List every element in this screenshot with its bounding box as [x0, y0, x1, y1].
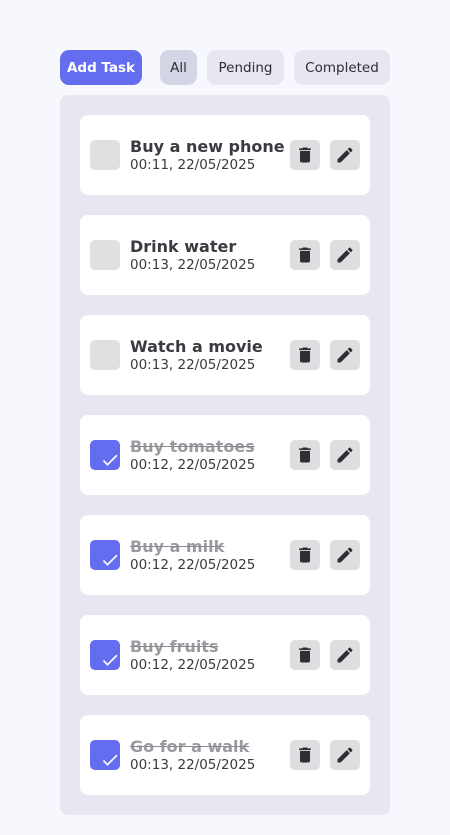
delete-button[interactable]: [290, 540, 320, 570]
task-title: Watch a movie: [130, 337, 263, 356]
task-item: Go for a walk 00:13, 22/05/2025: [80, 715, 370, 795]
task-checkbox[interactable]: [90, 240, 120, 270]
task-title: Buy a milk: [130, 537, 225, 556]
task-item: Watch a movie 00:13, 22/05/2025: [80, 315, 370, 395]
delete-button[interactable]: [290, 740, 320, 770]
task-checkbox[interactable]: [90, 440, 120, 470]
task-item: Buy a new phone 00:11, 22/05/2025: [80, 115, 370, 195]
delete-button[interactable]: [290, 440, 320, 470]
filter-completed-button[interactable]: Completed: [294, 50, 390, 85]
task-timestamp: 00:12, 22/05/2025: [130, 457, 256, 473]
task-timestamp: 00:11, 22/05/2025: [130, 157, 256, 173]
task-list: Buy a new phone 00:11, 22/05/2025 Drink …: [60, 95, 390, 815]
pencil-icon: [335, 445, 355, 465]
trash-icon: [295, 645, 315, 665]
task-item: Buy a milk 00:12, 22/05/2025: [80, 515, 370, 595]
edit-button[interactable]: [330, 640, 360, 670]
pencil-icon: [335, 345, 355, 365]
filter-all-button[interactable]: All: [160, 50, 197, 85]
toolbar: Add Task All Pending Completed: [60, 50, 390, 85]
task-timestamp: 00:13, 22/05/2025: [130, 357, 256, 373]
task-timestamp: 00:13, 22/05/2025: [130, 757, 256, 773]
trash-icon: [295, 245, 315, 265]
edit-button[interactable]: [330, 540, 360, 570]
edit-button[interactable]: [330, 340, 360, 370]
task-title: Buy a new phone: [130, 137, 285, 156]
task-checkbox[interactable]: [90, 740, 120, 770]
task-timestamp: 00:12, 22/05/2025: [130, 557, 256, 573]
task-checkbox[interactable]: [90, 140, 120, 170]
pencil-icon: [335, 545, 355, 565]
task-title: Buy tomatoes: [130, 437, 255, 456]
pencil-icon: [335, 245, 355, 265]
add-task-button[interactable]: Add Task: [60, 50, 142, 85]
pencil-icon: [335, 745, 355, 765]
task-title: Drink water: [130, 237, 237, 256]
task-item: Buy fruits 00:12, 22/05/2025: [80, 615, 370, 695]
delete-button[interactable]: [290, 240, 320, 270]
trash-icon: [295, 745, 315, 765]
delete-button[interactable]: [290, 640, 320, 670]
delete-button[interactable]: [290, 340, 320, 370]
task-timestamp: 00:13, 22/05/2025: [130, 257, 256, 273]
task-checkbox[interactable]: [90, 540, 120, 570]
task-checkbox[interactable]: [90, 340, 120, 370]
task-item: Buy tomatoes 00:12, 22/05/2025: [80, 415, 370, 495]
edit-button[interactable]: [330, 440, 360, 470]
trash-icon: [295, 445, 315, 465]
edit-button[interactable]: [330, 740, 360, 770]
edit-button[interactable]: [330, 240, 360, 270]
task-title: Buy fruits: [130, 637, 219, 656]
edit-button[interactable]: [330, 140, 360, 170]
pencil-icon: [335, 645, 355, 665]
task-title: Go for a walk: [130, 737, 250, 756]
trash-icon: [295, 345, 315, 365]
trash-icon: [295, 545, 315, 565]
delete-button[interactable]: [290, 140, 320, 170]
trash-icon: [295, 145, 315, 165]
task-timestamp: 00:12, 22/05/2025: [130, 657, 256, 673]
filter-pending-button[interactable]: Pending: [207, 50, 284, 85]
task-item: Drink water 00:13, 22/05/2025: [80, 215, 370, 295]
pencil-icon: [335, 145, 355, 165]
task-checkbox[interactable]: [90, 640, 120, 670]
